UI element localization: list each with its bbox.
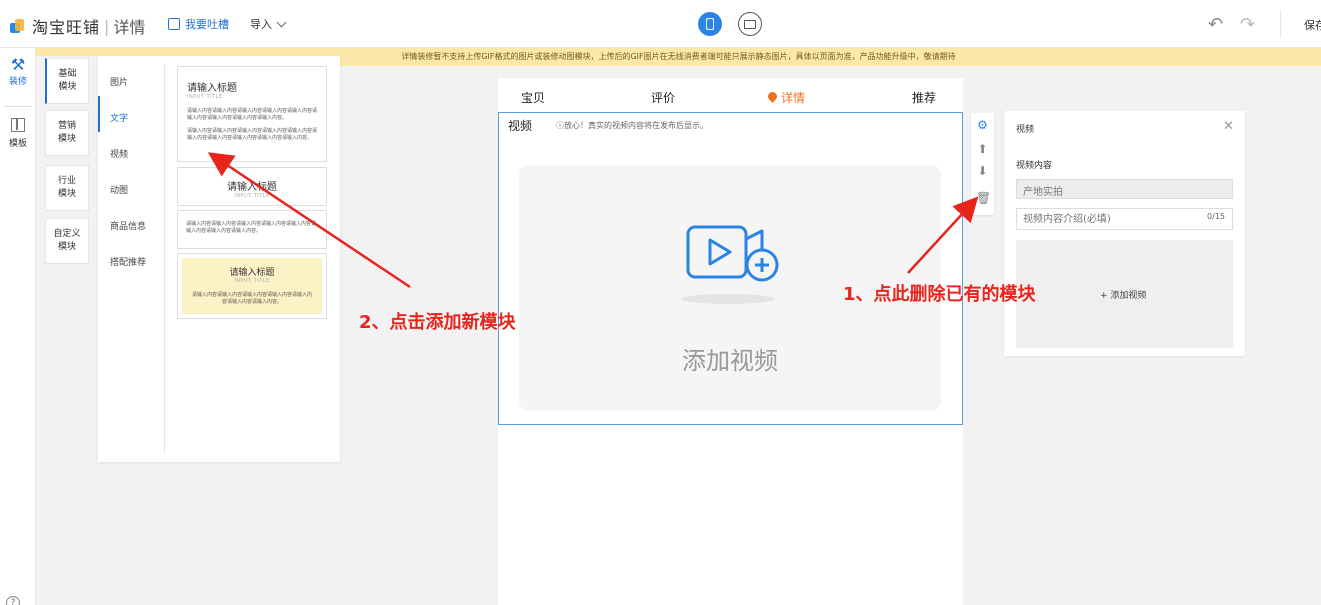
video-settings-panel: 视频 ✕ 视频内容 产地实拍 0/15 + 添加视频	[1004, 111, 1245, 356]
rail-decorate-label: 装修	[8, 77, 27, 87]
char-counter: 0/15	[1207, 212, 1225, 221]
subcat-video[interactable]: 视频	[110, 147, 128, 160]
video-upload-area[interactable]: + 添加视频	[1016, 240, 1233, 348]
edit-icon	[168, 18, 180, 30]
subcat-animated[interactable]: 动图	[110, 183, 128, 196]
video-camera-icon	[686, 225, 779, 282]
subcat-product-info[interactable]: 商品信息	[110, 219, 146, 232]
category-custom[interactable]: 自定义 模块	[45, 218, 89, 264]
help-icon[interactable]: ?	[6, 596, 20, 605]
subcat-text[interactable]: 文字	[110, 111, 128, 124]
annotation-add: 2、点击添加新模块	[359, 312, 516, 333]
rail-decorate[interactable]: ⚒ 装修	[0, 55, 36, 88]
import-label: 导入	[250, 18, 272, 31]
settings-gear-icon[interactable]: ⚙	[976, 119, 989, 132]
settings-title: 视频	[1016, 125, 1035, 135]
monitor-icon	[744, 19, 756, 29]
category-basic[interactable]: 基础 模块	[45, 58, 89, 104]
save-button[interactable]: 保存	[1304, 17, 1321, 33]
tab-recommend[interactable]: 推荐	[912, 89, 936, 106]
tab-detail[interactable]: 详情	[766, 89, 805, 106]
mobile-preview: 宝贝 评价 详情 推荐 视频 ⓘ放心！真实的视频内容将在发布后显示。 添加视频	[498, 78, 963, 605]
taobao-logo-icon	[8, 17, 26, 35]
module-tools: ⚙ ⬆ ⬇ 🗑	[971, 113, 994, 215]
move-down-icon[interactable]: ⬇	[976, 165, 989, 178]
video-module-tip: ⓘ放心！真实的视频内容将在发布后显示。	[556, 121, 708, 130]
feedback-button[interactable]: 我要吐槽	[168, 16, 229, 32]
phone-icon	[706, 18, 714, 30]
text-module-thumb-1[interactable]: 请输入标题 INPUT TITLE 请输入内容请输入内容请输入内容请输入内容请输…	[177, 66, 327, 162]
text-module-thumb-2[interactable]: 请输入标题 INPUT TITLE	[177, 167, 327, 206]
location-pin-icon	[766, 90, 779, 103]
rail-template[interactable]: 模板	[0, 118, 36, 149]
add-video-label: 添加视频	[682, 347, 778, 375]
tab-item[interactable]: 宝贝	[521, 89, 545, 106]
logo-subtitle: 详情	[113, 18, 146, 37]
video-type-select[interactable]: 产地实拍	[1016, 179, 1233, 199]
feedback-label: 我要吐槽	[185, 18, 229, 31]
video-module-title: 视频	[508, 119, 533, 133]
import-dropdown[interactable]: 导入	[250, 16, 287, 32]
left-rail: ⚒ 装修 模板 ?	[0, 48, 36, 605]
undo-icon[interactable]: ↶	[1208, 14, 1223, 35]
rail-template-label: 模板	[8, 139, 27, 149]
app-logo: 淘宝旺铺 | 详情	[8, 14, 145, 38]
video-intro-input[interactable]	[1016, 208, 1233, 230]
chevron-down-icon	[276, 17, 287, 27]
category-marketing[interactable]: 营销 模块	[45, 110, 89, 156]
tab-review[interactable]: 评价	[651, 89, 675, 106]
video-content-label: 视频内容	[1016, 161, 1053, 171]
text-module-thumb-3[interactable]: 请输入内容请输入内容请输入内容请输入内容请输入内容请输入内容请输入内容请输入内容…	[177, 210, 327, 249]
delete-trash-icon[interactable]: 🗑	[976, 192, 991, 205]
category-industry[interactable]: 行业 模块	[45, 165, 89, 211]
module-categories: 基础 模块 营销 模块 行业 模块 自定义 模块	[36, 56, 98, 462]
move-up-icon[interactable]: ⬆	[976, 143, 989, 156]
template-icon	[11, 118, 25, 132]
redo-icon[interactable]: ↷	[1240, 14, 1255, 35]
mobile-view-button[interactable]	[698, 12, 722, 36]
text-module-thumb-4[interactable]: 请输入标题 INPUT TITLE 请输入内容请输入内容请输入内容请输入内容请输…	[177, 253, 327, 319]
subcat-image[interactable]: 图片	[110, 75, 128, 88]
annotation-delete: 1、点此删除已有的模块	[843, 284, 1036, 305]
logo-text: 淘宝旺铺	[32, 18, 101, 37]
pc-view-button[interactable]	[738, 12, 762, 36]
top-toolbar: 淘宝旺铺 | 详情 我要吐槽 导入 ↶ ↷ 保存	[0, 0, 1321, 48]
video-module[interactable]: 视频 ⓘ放心！真实的视频内容将在发布后显示。 添加视频	[498, 112, 963, 425]
add-video-button[interactable]: + 添加视频	[1100, 288, 1146, 301]
module-panel: 图片 文字 视频 动图 商品信息 搭配推荐 请输入标题 INPUT TITLE …	[98, 56, 340, 462]
hammer-icon: ⚒	[10, 55, 26, 74]
subcat-combo[interactable]: 搭配推荐	[110, 255, 146, 268]
close-icon[interactable]: ✕	[1223, 119, 1234, 134]
